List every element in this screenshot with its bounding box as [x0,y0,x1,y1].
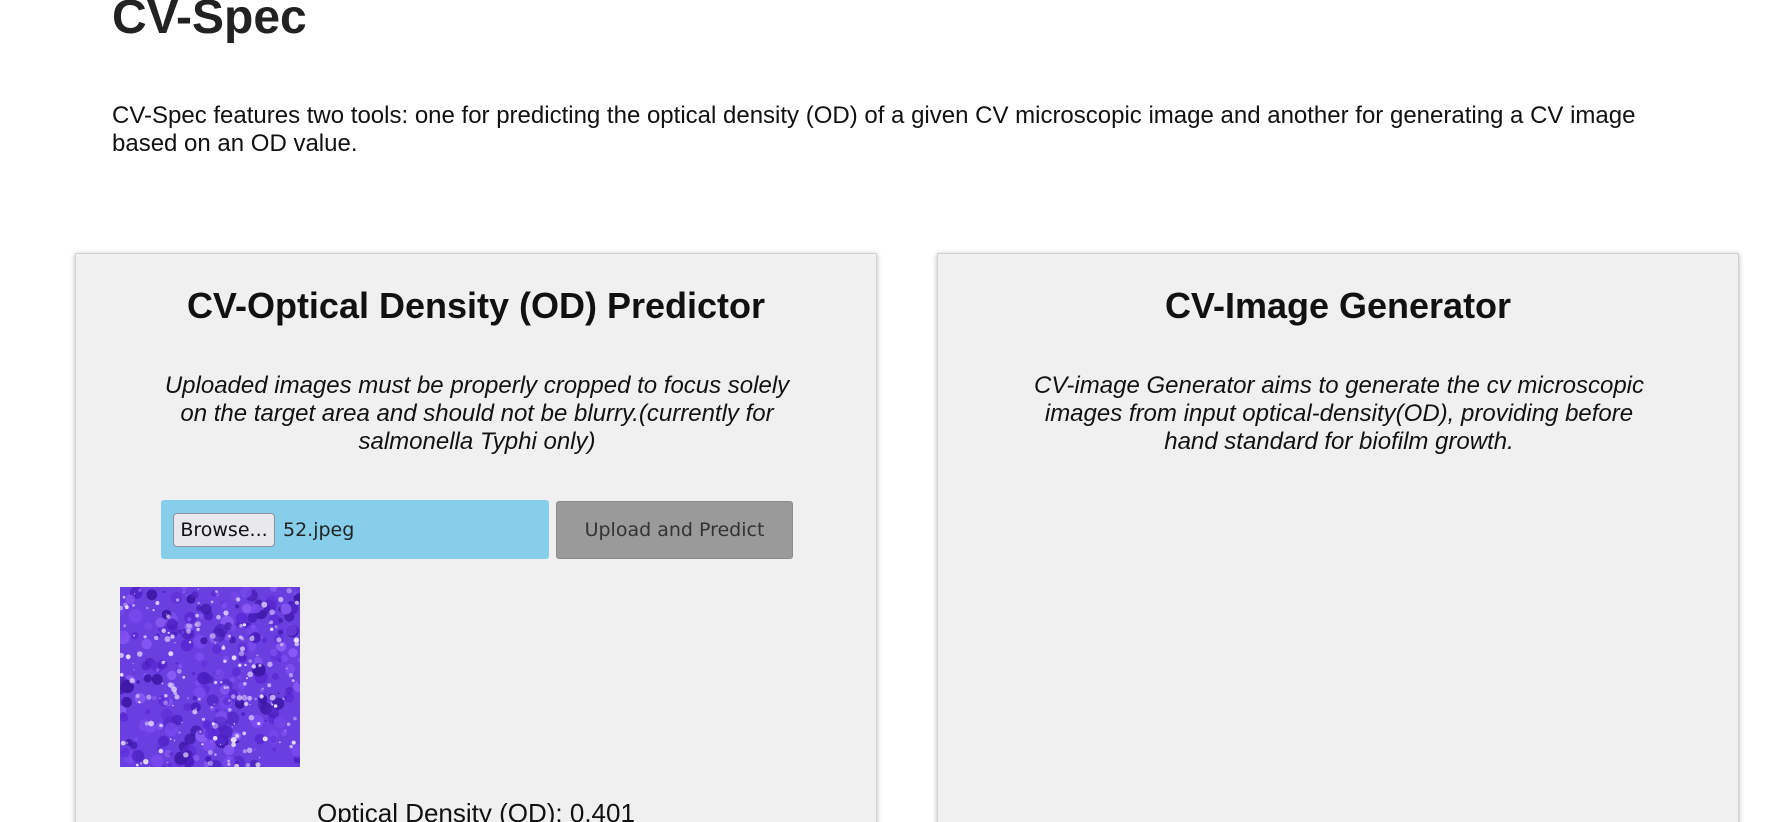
od-predictor-description: Uploaded images must be properly cropped… [164,372,790,455]
uploaded-image-preview [120,587,300,767]
image-generator-card: CV-Image Generator CV-image Generator ai… [937,253,1739,822]
browse-button[interactable]: Browse... [173,512,275,547]
upload-and-predict-button[interactable]: Upload and Predict [556,501,793,559]
microscopic-image [120,587,300,767]
image-generator-description: CV-image Generator aims to generate the … [1033,372,1645,455]
page-title: CV-Spec [112,0,307,44]
file-input[interactable]: Browse... 52.jpeg [161,500,549,559]
od-predictor-title: CV-Optical Density (OD) Predictor [186,285,766,326]
page: CV-Spec CV-Spec features two tools: one … [0,0,1784,822]
intro-text: CV-Spec features two tools: one for pred… [112,102,1636,157]
image-generator-title: CV-Image Generator [1164,285,1512,326]
selected-file-name: 52.jpeg [283,518,355,541]
od-result-text: Optical Density (OD): 0.401 [317,798,635,822]
od-predictor-card: CV-Optical Density (OD) Predictor Upload… [75,253,877,822]
